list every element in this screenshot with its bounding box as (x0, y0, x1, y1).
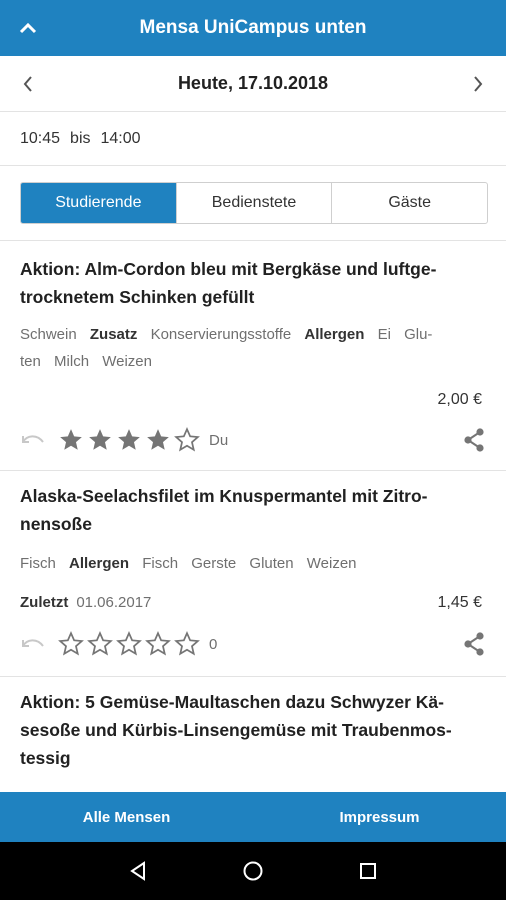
bottom-navigation: Alle Mensen Impressum (0, 792, 506, 842)
tag-row: Schwein Zusatz Konservierungsstoffe Alle… (20, 321, 480, 348)
tab-bedienstete[interactable]: Bedienstete (177, 183, 333, 223)
tag: Schwein (20, 326, 77, 343)
recents-square-icon (360, 863, 377, 879)
meal-name: Aktion: Alm-Cordon bleu mit Bergkäse und… (20, 255, 486, 311)
meal-card[interactable]: Aktion: Alm-Cordon bleu mit Bergkäse und… (0, 241, 506, 469)
tag: Weizen (102, 353, 152, 370)
star-filled-icon[interactable] (87, 427, 113, 453)
meal-name-line: trocknetem Schinken gefüllt (20, 287, 255, 307)
meal-name-line: sesoße und Kürbis-Linsengemüse mit Traub… (20, 720, 452, 740)
meal-name-line: Alaska-Seelachsfilet im Knuspermantel mi… (20, 486, 428, 506)
share-button[interactable] (462, 631, 486, 657)
rating-label: Du (209, 431, 229, 449)
tag-heading: Allergen (304, 326, 365, 343)
tag: Milch (54, 353, 90, 370)
home-circle-icon (243, 861, 263, 881)
meal-name-line: Aktion: 5 Gemüse-Maultaschen dazu Schwyz… (20, 692, 444, 712)
tag: Weizen (306, 555, 357, 572)
share-button[interactable] (462, 427, 486, 453)
undo-rating-button[interactable] (20, 431, 46, 449)
chevron-right-icon (474, 75, 483, 92)
collapse-button[interactable] (0, 0, 56, 56)
tag-heading: Allergen (69, 555, 130, 572)
meal-name-line: nensoße (20, 514, 92, 534)
star-empty-icon[interactable] (58, 631, 84, 657)
tag-row: Fisch Allergen Fisch Gerste Gluten Weize… (20, 550, 480, 577)
imprint-button[interactable]: Impressum (253, 792, 506, 842)
previous-day-button[interactable] (0, 56, 56, 112)
rating-row: Du (20, 425, 228, 455)
tag-row: ten Milch Weizen (20, 348, 480, 375)
tag: Glu- (404, 326, 433, 343)
tag: Konservierungsstoffe (150, 326, 292, 343)
star-filled-icon[interactable] (58, 427, 84, 453)
meal-tags: Schwein Zusatz Konservierungsstoffe Alle… (20, 321, 480, 375)
meal-price: 2,00 € (437, 391, 482, 408)
last-served-label: Zuletzt (20, 594, 69, 611)
hours-to: 14:00 (100, 130, 141, 147)
home-button[interactable] (242, 860, 264, 882)
next-day-button[interactable] (450, 56, 506, 112)
recents-button[interactable] (357, 860, 379, 882)
hours-from: 10:45 (20, 130, 61, 147)
tag: Ei (377, 326, 391, 343)
hours-separator: bis (70, 130, 91, 147)
tag: Gluten (249, 555, 294, 572)
tag: Gerste (191, 555, 237, 572)
last-served-date: 01.06.2017 (76, 594, 152, 611)
chevron-up-icon (19, 22, 37, 34)
app-title: Mensa UniCampus unten (139, 17, 367, 38)
meal-price: 1,45 € (437, 594, 482, 611)
last-served: Zuletzt 01.06.2017 (20, 594, 151, 611)
date-label: Heute, 17.10.2018 (177, 73, 329, 93)
tab-gaeste[interactable]: Gäste (332, 183, 487, 223)
system-navigation-bar (0, 842, 506, 900)
app-bar: Mensa UniCampus unten (0, 0, 506, 56)
tag: ten (20, 353, 41, 370)
rating-row: 0 (20, 629, 217, 659)
tag-heading: Zusatz (89, 326, 138, 343)
all-canteens-button[interactable]: Alle Mensen (0, 792, 253, 842)
tab-studierende[interactable]: Studierende (21, 183, 177, 223)
star-empty-icon[interactable] (145, 631, 171, 657)
back-triangle-icon (129, 861, 145, 881)
share-icon (464, 428, 484, 452)
opening-hours: 10:45 bis 14:00 (0, 113, 506, 166)
star-empty-icon[interactable] (174, 631, 200, 657)
tag: Fisch (20, 555, 56, 572)
meal-name: Aktion: 5 Gemüse-Maultaschen dazu Schwyz… (20, 688, 486, 772)
undo-icon (22, 435, 44, 443)
meal-name: Alaska-Seelachsfilet im Knuspermantel mi… (20, 482, 486, 538)
share-icon (464, 632, 484, 656)
meal-name-line: tessig (20, 748, 71, 768)
meal-tags: Fisch Allergen Fisch Gerste Gluten Weize… (20, 550, 480, 577)
chevron-left-icon (23, 75, 32, 92)
undo-icon (22, 639, 44, 647)
star-filled-icon[interactable] (116, 427, 142, 453)
back-button[interactable] (127, 860, 149, 882)
rating-count: 0 (209, 635, 218, 653)
date-navigation: Heute, 17.10.2018 (0, 56, 506, 112)
tag: Fisch (142, 555, 179, 572)
meal-card[interactable]: Aktion: 5 Gemüse-Maultaschen dazu Schwyz… (0, 677, 506, 792)
star-empty-icon[interactable] (87, 631, 113, 657)
meal-name-line: Aktion: Alm-Cordon bleu mit Bergkäse und… (20, 259, 437, 279)
star-empty-icon[interactable] (116, 631, 142, 657)
audience-tabs: Studierende Bedienstete Gäste (20, 182, 488, 224)
star-empty-icon[interactable] (174, 427, 200, 453)
star-filled-icon[interactable] (145, 427, 171, 453)
app-root: Mensa UniCampus unten Heute, 17.10.2018 … (0, 0, 506, 900)
meal-card[interactable]: Alaska-Seelachsfilet im Knuspermantel mi… (0, 471, 506, 676)
undo-rating-button[interactable] (20, 635, 46, 653)
